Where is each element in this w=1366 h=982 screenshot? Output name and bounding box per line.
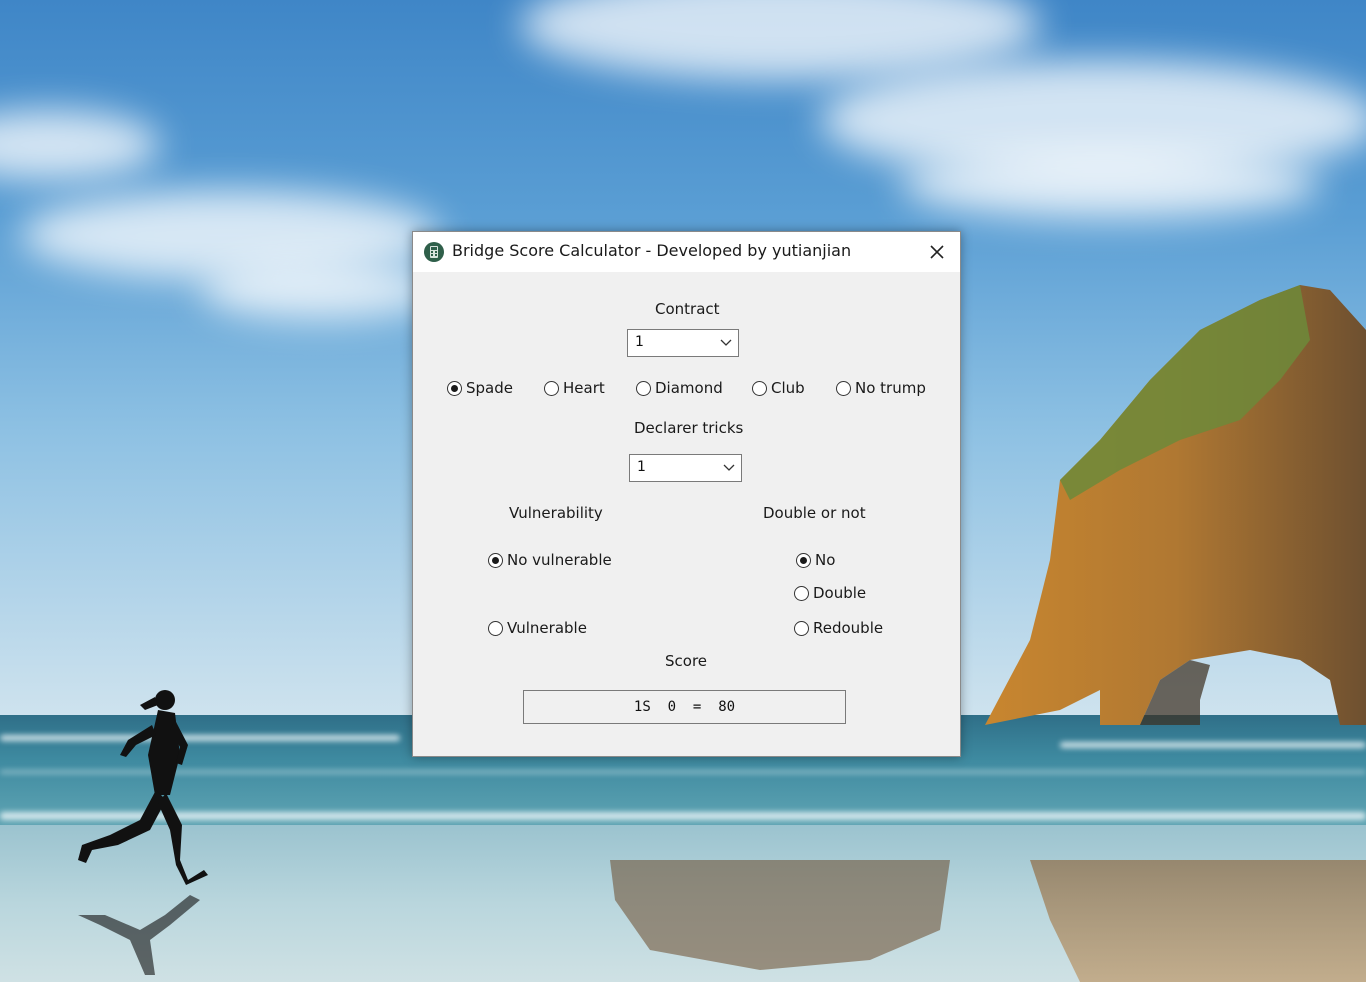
radio-circle bbox=[796, 552, 811, 568]
suit-radio-spade[interactable]: Spade bbox=[447, 379, 513, 397]
suit-radio-club[interactable]: Club bbox=[752, 379, 805, 397]
contract-label: Contract bbox=[655, 300, 720, 318]
double-radio-no[interactable]: No bbox=[796, 551, 835, 569]
contract-level-select[interactable]: 1 bbox=[627, 329, 739, 357]
radio-circle bbox=[836, 380, 851, 396]
bridge-calculator-window: Bridge Score Calculator - Developed by y… bbox=[412, 231, 961, 757]
score-output: 1S 0 = 80 bbox=[523, 690, 846, 724]
double-radio-label: Double bbox=[813, 584, 867, 602]
calculator-icon bbox=[424, 242, 444, 262]
radio-circle bbox=[447, 380, 462, 396]
vulnerability-radio-label: Vulnerable bbox=[507, 619, 587, 637]
declarer-tricks-label: Declarer tricks bbox=[634, 419, 744, 437]
radio-circle bbox=[794, 620, 809, 636]
double-radio-label: No bbox=[815, 551, 836, 569]
vulnerability-radio-label: No vulnerable bbox=[507, 551, 612, 569]
double-radio-double[interactable]: Double bbox=[794, 584, 866, 602]
vulnerability-radio-vulnerable[interactable]: Vulnerable bbox=[488, 619, 587, 637]
vulnerability-radio-no-vulnerable[interactable]: No vulnerable bbox=[488, 551, 612, 569]
vulnerability-label: Vulnerability bbox=[509, 504, 603, 522]
suit-radio-label: Spade bbox=[466, 379, 513, 397]
wallpaper-runner bbox=[78, 690, 208, 975]
suit-radio-label: Diamond bbox=[655, 379, 723, 397]
window-title: Bridge Score Calculator - Developed by y… bbox=[452, 241, 852, 260]
close-button[interactable] bbox=[914, 232, 960, 272]
suit-radio-no-trump[interactable]: No trump bbox=[836, 379, 926, 397]
radio-circle bbox=[636, 380, 651, 396]
radio-circle bbox=[752, 380, 767, 396]
chevron-down-icon bbox=[720, 339, 732, 346]
suit-radio-label: Club bbox=[771, 379, 805, 397]
suit-radio-diamond[interactable]: Diamond bbox=[636, 379, 723, 397]
radio-circle bbox=[488, 552, 503, 568]
suit-radio-label: Heart bbox=[563, 379, 605, 397]
declarer-tricks-select[interactable]: 1 bbox=[629, 454, 742, 482]
declarer-tricks-value: 1 bbox=[637, 459, 646, 475]
close-icon bbox=[930, 245, 944, 259]
suit-radio-label: No trump bbox=[855, 379, 926, 397]
suit-radio-heart[interactable]: Heart bbox=[544, 379, 605, 397]
score-label: Score bbox=[665, 652, 708, 670]
double-radio-label: Redouble bbox=[813, 619, 884, 637]
radio-circle bbox=[794, 585, 809, 601]
radio-circle bbox=[544, 380, 559, 396]
title-bar[interactable]: Bridge Score Calculator - Developed by y… bbox=[413, 232, 960, 272]
chevron-down-icon bbox=[723, 464, 735, 471]
double-radio-redouble[interactable]: Redouble bbox=[794, 619, 883, 637]
radio-circle bbox=[488, 620, 503, 636]
double-label: Double or not bbox=[763, 504, 866, 522]
contract-level-value: 1 bbox=[635, 334, 644, 350]
